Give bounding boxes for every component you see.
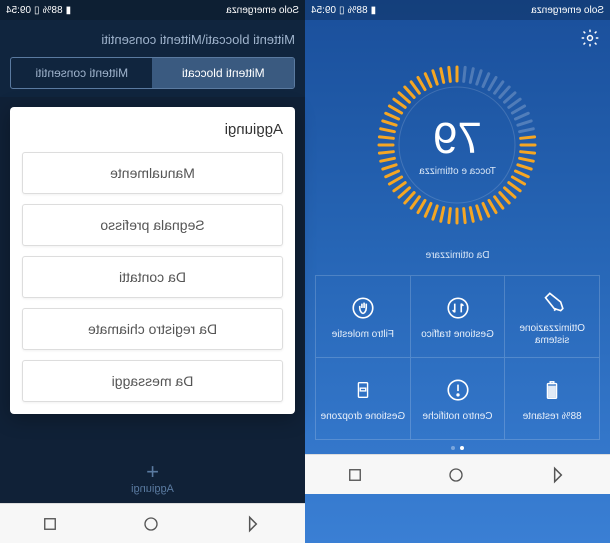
nav-recent[interactable] — [347, 466, 365, 484]
notification-icon — [443, 375, 473, 405]
nav-back[interactable] — [549, 465, 569, 485]
battery-icon — [537, 375, 567, 405]
score-gauge[interactable]: 79 Tocca e ottimizza — [373, 60, 543, 230]
grid-dropzone[interactable]: Gestione dropzone — [315, 358, 410, 440]
option-calllog[interactable]: Da registro chiamate — [22, 308, 283, 350]
status-battery-text: 88% — [43, 5, 63, 16]
status-signal-icon: ▮ — [371, 5, 377, 16]
grid-label: 88% restante — [519, 411, 586, 423]
option-prefix[interactable]: Segnala prefisso — [22, 204, 283, 246]
tabs: Mittenti bloccati Mittenti consentiti — [10, 57, 295, 89]
grid-label: Gestione dropzone — [317, 411, 410, 423]
status-carrier: Solo emergenza — [226, 5, 299, 16]
system-nav-bar — [0, 503, 305, 543]
status-battery-text: 88% — [348, 5, 368, 16]
grid-label: Filtro molestie — [328, 329, 398, 341]
grid-notifications[interactable]: Centro notifiche — [410, 358, 505, 440]
grid-label: Gestione traffico — [417, 329, 498, 341]
app-header — [305, 20, 610, 56]
status-time: 09:54 — [311, 5, 336, 16]
add-label: Aggiungi — [131, 483, 174, 495]
screen-header: Mittenti bloccati\Mittenti consentiti Mi… — [0, 20, 305, 97]
nav-back[interactable] — [244, 514, 264, 534]
status-carrier: Solo emergenza — [531, 5, 604, 16]
add-button[interactable]: + Aggiungi — [0, 453, 305, 503]
status-battery-icon: ▯ — [34, 5, 40, 16]
dot — [451, 446, 455, 450]
system-nav-bar — [305, 454, 610, 494]
tab-allowed[interactable]: Mittenti consentiti — [11, 58, 153, 88]
score-value: 79 — [433, 114, 482, 164]
tab-blocked[interactable]: Mittenti bloccati — [153, 58, 295, 88]
status-battery-icon: ▯ — [339, 5, 345, 16]
dot-active — [460, 446, 464, 450]
traffic-icon — [443, 293, 473, 323]
settings-icon[interactable] — [580, 28, 600, 48]
score-area: 79 Tocca e ottimizza Da ottimizzare — [305, 56, 610, 275]
feature-grid: Ottimizzazione sistema Gestione traffico… — [315, 275, 600, 440]
dropzone-icon — [348, 375, 378, 405]
breadcrumb: Mittenti bloccati\Mittenti consentiti — [10, 32, 295, 47]
page-indicator — [305, 440, 610, 454]
brush-icon — [537, 287, 567, 317]
blocked-senders-screen: Solo emergenza ▮ 88% ▯ 09:54 Mittenti bl… — [0, 0, 305, 543]
grid-label: Ottimizzazione sistema — [505, 323, 599, 347]
dialog-title: Aggiungi — [22, 121, 283, 138]
status-time: 09:54 — [6, 5, 31, 16]
screen-body: + Aggiungi Aggiungi Manualmente Segnala … — [0, 97, 305, 503]
hand-stop-icon — [348, 293, 378, 323]
score-subtitle: Tocca e ottimizza — [419, 166, 496, 177]
phone-manager-screen: Solo emergenza ▮ 88% ▯ 09:54 79 — [305, 0, 610, 543]
nav-recent[interactable] — [42, 515, 60, 533]
grid-label: Centro notifiche — [418, 411, 496, 423]
nav-home[interactable] — [143, 515, 161, 533]
grid-system-optimization[interactable]: Ottimizzazione sistema — [504, 276, 599, 358]
status-bar: Solo emergenza ▮ 88% ▯ 09:54 — [0, 0, 305, 20]
nav-home[interactable] — [448, 466, 466, 484]
grid-traffic[interactable]: Gestione traffico — [410, 276, 505, 358]
option-manual[interactable]: Manualmente — [22, 152, 283, 194]
plus-icon: + — [146, 461, 159, 483]
grid-harassment-filter[interactable]: Filtro molestie — [315, 276, 410, 358]
optimize-status: Da ottimizzare — [426, 250, 490, 261]
add-dialog: Aggiungi Manualmente Segnala prefisso Da… — [10, 107, 295, 414]
status-signal-icon: ▮ — [66, 5, 72, 16]
option-messages[interactable]: Da messaggi — [22, 360, 283, 402]
status-bar: Solo emergenza ▮ 88% ▯ 09:54 — [305, 0, 610, 20]
option-contacts[interactable]: Da contatti — [22, 256, 283, 298]
grid-battery[interactable]: 88% restante — [504, 358, 599, 440]
